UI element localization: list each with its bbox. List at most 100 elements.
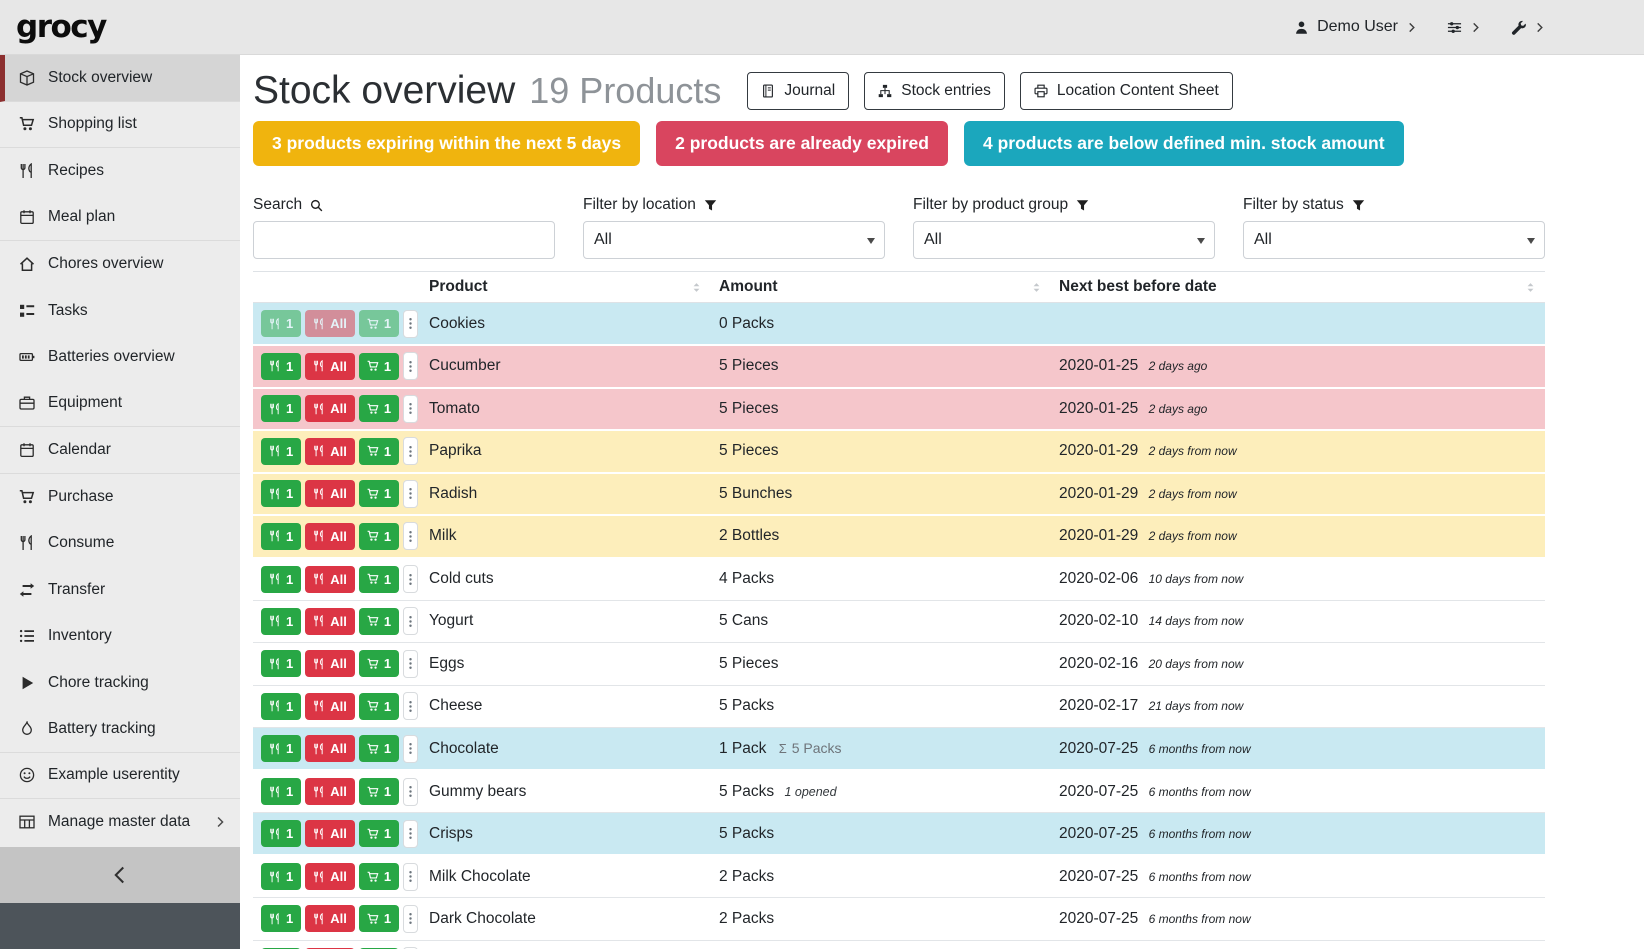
sort-icon[interactable]: [690, 281, 703, 294]
row-menu-button[interactable]: [403, 522, 418, 550]
consume-one-button[interactable]: 1: [261, 650, 301, 677]
row-menu-button[interactable]: [403, 905, 418, 933]
add-to-shopping-list-button[interactable]: 1: [359, 863, 399, 890]
filter-select[interactable]: All: [913, 221, 1215, 259]
table-row[interactable]: 1 All 1: [253, 515, 1545, 558]
sidebar-item[interactable]: Consume: [0, 520, 240, 567]
row-menu-button[interactable]: [403, 735, 418, 763]
toolbar-button[interactable]: Stock entries: [864, 72, 1005, 110]
sidebar-item[interactable]: Manage master data: [0, 799, 240, 846]
consume-all-button[interactable]: All: [305, 310, 355, 337]
settings-menu[interactable]: [1447, 20, 1481, 35]
table-row[interactable]: 1 All 1: [253, 813, 1545, 856]
app-logo[interactable]: grocy: [16, 9, 106, 45]
consume-one-button[interactable]: 1: [261, 735, 301, 762]
consume-one-button[interactable]: 1: [261, 905, 301, 932]
status-banner[interactable]: 2 products are already expired: [656, 121, 948, 166]
sidebar-item[interactable]: Chore tracking: [0, 660, 240, 707]
user-menu[interactable]: Demo User: [1294, 18, 1417, 36]
table-row[interactable]: 1 All 1: [253, 643, 1545, 686]
consume-one-button[interactable]: 1: [261, 608, 301, 635]
consume-one-button[interactable]: 1: [261, 566, 301, 593]
sidebar-item[interactable]: Example userentity: [0, 753, 240, 800]
filter-select[interactable]: All: [1243, 221, 1545, 259]
column-header-amount[interactable]: Amount: [711, 272, 1051, 303]
row-menu-button[interactable]: [403, 863, 418, 891]
consume-one-button[interactable]: 1: [261, 820, 301, 847]
add-to-shopping-list-button[interactable]: 1: [359, 735, 399, 762]
consume-one-button[interactable]: 1: [261, 693, 301, 720]
consume-all-button[interactable]: All: [305, 566, 355, 593]
row-menu-button[interactable]: [403, 480, 418, 508]
table-row[interactable]: 1 All 1: [253, 430, 1545, 473]
add-to-shopping-list-button[interactable]: 1: [359, 820, 399, 847]
status-banner[interactable]: 4 products are below defined min. stock …: [964, 121, 1404, 166]
sidebar-item[interactable]: Battery tracking: [0, 706, 240, 753]
row-menu-button[interactable]: [403, 650, 418, 678]
table-row[interactable]: 1 All 1: [253, 558, 1545, 601]
consume-all-button[interactable]: All: [305, 863, 355, 890]
consume-one-button[interactable]: 1: [261, 395, 301, 422]
table-row[interactable]: 1 All 1: [253, 728, 1545, 771]
sidebar-item[interactable]: Chores overview: [0, 241, 240, 288]
add-to-shopping-list-button[interactable]: 1: [359, 310, 399, 337]
row-menu-button[interactable]: [403, 565, 418, 593]
filter-select[interactable]: All: [583, 221, 885, 259]
consume-one-button[interactable]: 1: [261, 863, 301, 890]
table-row[interactable]: 1 All 1: [253, 345, 1545, 388]
add-to-shopping-list-button[interactable]: 1: [359, 523, 399, 550]
sort-icon[interactable]: [1030, 281, 1043, 294]
consume-all-button[interactable]: All: [305, 778, 355, 805]
collapse-sidebar-button[interactable]: [0, 847, 240, 903]
consume-all-button[interactable]: All: [305, 735, 355, 762]
add-to-shopping-list-button[interactable]: 1: [359, 693, 399, 720]
add-to-shopping-list-button[interactable]: 1: [359, 608, 399, 635]
sidebar-item[interactable]: Purchase: [0, 474, 240, 521]
consume-one-button[interactable]: 1: [261, 523, 301, 550]
row-menu-button[interactable]: [403, 692, 418, 720]
sidebar-item[interactable]: Tasks: [0, 288, 240, 335]
sidebar-item[interactable]: Inventory: [0, 613, 240, 660]
row-menu-button[interactable]: [403, 395, 418, 423]
table-row[interactable]: 1 All 1: [253, 473, 1545, 516]
sidebar-item[interactable]: Transfer: [0, 567, 240, 614]
consume-one-button[interactable]: 1: [261, 778, 301, 805]
toolbar-button[interactable]: Journal: [747, 72, 849, 110]
row-menu-button[interactable]: [403, 352, 418, 380]
add-to-shopping-list-button[interactable]: 1: [359, 566, 399, 593]
sidebar-item[interactable]: Stock overview: [0, 55, 240, 102]
row-menu-button[interactable]: [403, 820, 418, 848]
sidebar-item[interactable]: Calendar: [0, 427, 240, 474]
sidebar-item[interactable]: Shopping list: [0, 102, 240, 149]
column-header-date[interactable]: Next best before date: [1051, 272, 1545, 303]
add-to-shopping-list-button[interactable]: 1: [359, 905, 399, 932]
add-to-shopping-list-button[interactable]: 1: [359, 395, 399, 422]
status-banner[interactable]: 3 products expiring within the next 5 da…: [253, 121, 640, 166]
toolbar-button[interactable]: Location Content Sheet: [1020, 72, 1233, 110]
consume-all-button[interactable]: All: [305, 438, 355, 465]
row-menu-button[interactable]: [403, 778, 418, 806]
consume-all-button[interactable]: All: [305, 650, 355, 677]
sidebar-item[interactable]: Recipes: [0, 148, 240, 195]
add-to-shopping-list-button[interactable]: 1: [359, 650, 399, 677]
table-row[interactable]: 1 All 1: [253, 685, 1545, 728]
consume-one-button[interactable]: 1: [261, 353, 301, 380]
row-menu-button[interactable]: [403, 310, 418, 338]
table-row[interactable]: 1 All 1: [253, 388, 1545, 431]
sidebar-item[interactable]: Batteries overview: [0, 334, 240, 381]
row-menu-button[interactable]: [403, 437, 418, 465]
consume-all-button[interactable]: All: [305, 693, 355, 720]
consume-all-button[interactable]: All: [305, 608, 355, 635]
column-header-product[interactable]: Product: [421, 272, 711, 303]
add-to-shopping-list-button[interactable]: 1: [359, 353, 399, 380]
consume-all-button[interactable]: All: [305, 905, 355, 932]
add-to-shopping-list-button[interactable]: 1: [359, 778, 399, 805]
search-input[interactable]: [253, 221, 555, 259]
table-row[interactable]: 1 All 1: [253, 303, 1545, 346]
row-menu-button[interactable]: [403, 607, 418, 635]
table-row[interactable]: 1 All 1: [253, 855, 1545, 898]
consume-one-button[interactable]: 1: [261, 438, 301, 465]
consume-all-button[interactable]: All: [305, 353, 355, 380]
sidebar-item[interactable]: Equipment: [0, 381, 240, 428]
sidebar-item[interactable]: Meal plan: [0, 195, 240, 242]
